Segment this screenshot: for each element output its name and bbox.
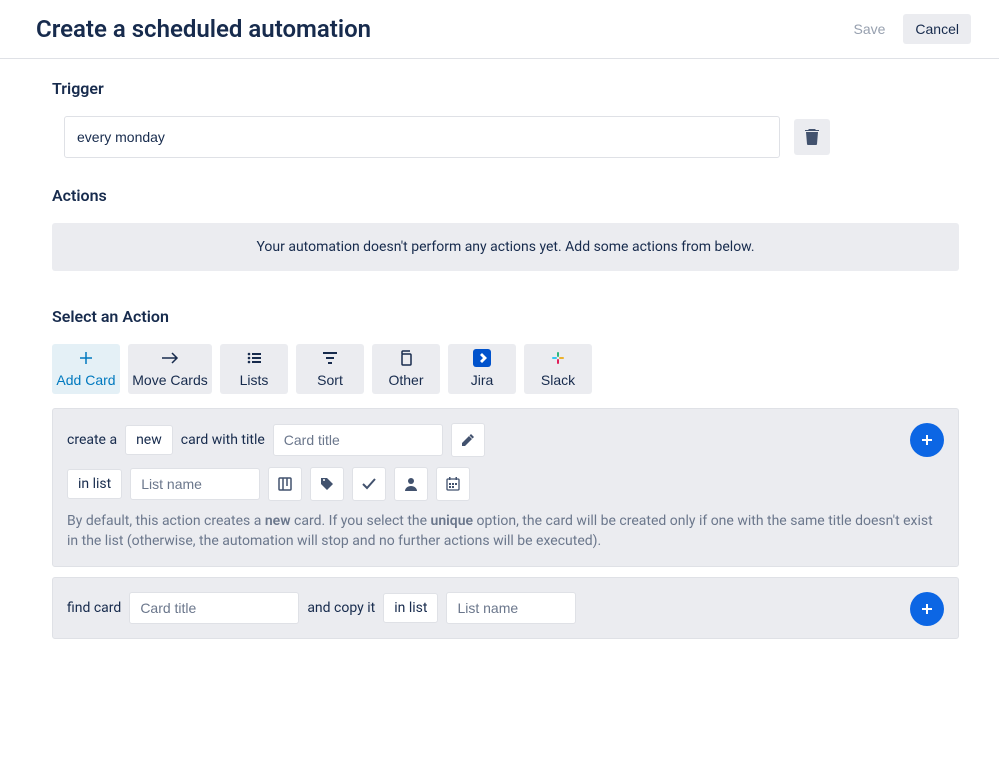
tab-label: Sort	[317, 372, 343, 388]
create-card-panel: create a new card with title in list	[52, 408, 959, 567]
card-title-input[interactable]	[273, 424, 443, 456]
trash-icon	[805, 129, 819, 145]
actions-heading: Actions	[52, 186, 959, 205]
tab-label: Jira	[471, 372, 494, 388]
board-option-button[interactable]	[268, 467, 302, 501]
trigger-input[interactable]	[64, 116, 780, 158]
text-card-with-title: card with title	[181, 432, 265, 448]
tab-label: Add Card	[56, 372, 115, 388]
text-find-card: find card	[67, 600, 121, 616]
check-option-button[interactable]	[352, 467, 386, 501]
tab-label: Slack	[541, 372, 575, 388]
add-action-button[interactable]	[910, 592, 944, 626]
in-list-pill[interactable]: in list	[67, 469, 122, 499]
tab-label: Move Cards	[132, 372, 207, 388]
calendar-icon	[446, 477, 460, 491]
plus-icon	[921, 603, 933, 615]
list-icon	[247, 350, 261, 366]
trigger-heading: Trigger	[52, 79, 959, 98]
tab-jira[interactable]: Jira	[448, 344, 516, 394]
copy-icon	[399, 350, 413, 366]
tab-move-cards[interactable]: Move Cards	[128, 344, 212, 394]
text-create-a: create a	[67, 432, 117, 448]
tab-label: Other	[388, 372, 423, 388]
list-name-input[interactable]	[130, 468, 260, 500]
tab-add-card[interactable]: Add Card	[52, 344, 120, 394]
select-action-heading: Select an Action	[52, 307, 959, 326]
sort-icon	[323, 350, 337, 366]
text-and-copy: and copy it	[307, 600, 375, 616]
add-action-button[interactable]	[910, 423, 944, 457]
cancel-button[interactable]: Cancel	[903, 14, 971, 44]
find-card-panel: find card and copy it in list	[52, 577, 959, 639]
tab-sort[interactable]: Sort	[296, 344, 364, 394]
page-title: Create a scheduled automation	[36, 15, 841, 43]
arrow-right-icon	[161, 350, 179, 366]
tab-other[interactable]: Other	[372, 344, 440, 394]
tab-label: Lists	[240, 372, 269, 388]
edit-icon	[461, 433, 475, 447]
in-list-pill[interactable]: in list	[383, 593, 438, 623]
tab-slack[interactable]: Slack	[524, 344, 592, 394]
board-icon	[278, 477, 292, 491]
actions-empty-banner: Your automation doesn't perform any acti…	[52, 223, 959, 271]
save-button[interactable]: Save	[841, 14, 897, 44]
new-pill[interactable]: new	[125, 425, 173, 455]
delete-trigger-button[interactable]	[794, 119, 830, 155]
label-option-button[interactable]	[310, 467, 344, 501]
member-option-button[interactable]	[394, 467, 428, 501]
find-card-title-input[interactable]	[129, 592, 299, 624]
check-icon	[362, 478, 376, 490]
date-option-button[interactable]	[436, 467, 470, 501]
tag-icon	[320, 477, 334, 491]
plus-icon	[79, 350, 93, 366]
jira-icon	[473, 350, 491, 366]
action-tabs: Add Card Move Cards Lists Sort Other	[52, 344, 959, 394]
person-icon	[404, 477, 418, 491]
plus-icon	[921, 434, 933, 446]
slack-icon	[550, 350, 566, 366]
find-list-name-input[interactable]	[446, 592, 576, 624]
edit-title-button[interactable]	[451, 423, 485, 457]
tab-lists[interactable]: Lists	[220, 344, 288, 394]
create-card-description: By default, this action creates a new ca…	[67, 511, 944, 552]
